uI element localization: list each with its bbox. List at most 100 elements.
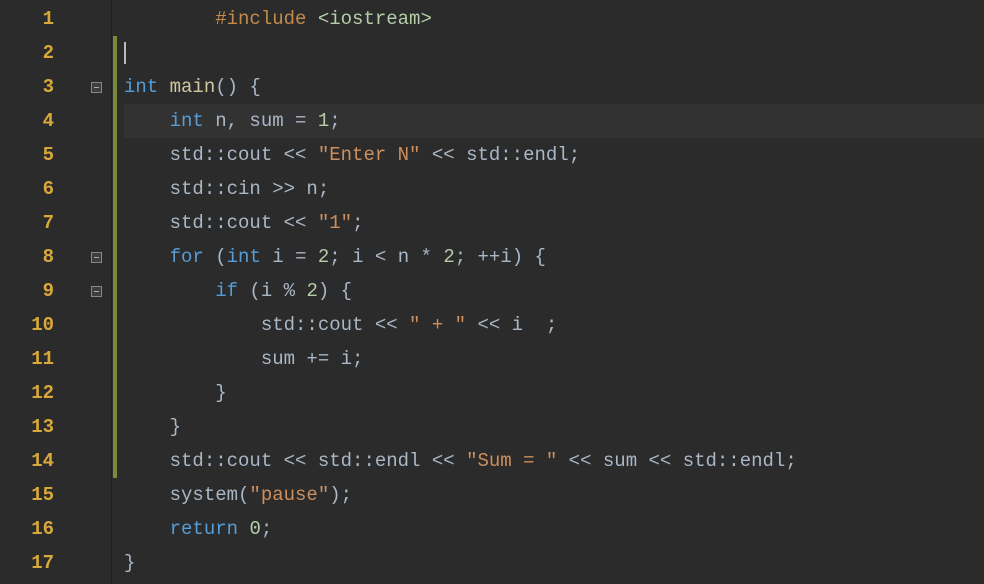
- line-number: 14: [0, 444, 82, 478]
- fold-cell: [82, 70, 111, 104]
- line-number: 5: [0, 138, 82, 172]
- change-marker: [113, 138, 117, 172]
- line-number: 3: [0, 70, 82, 104]
- code-token: << sum << std::endl;: [557, 450, 796, 472]
- fold-cell: [82, 342, 111, 376]
- code-line[interactable]: int main() {: [124, 70, 984, 104]
- code-token: for: [170, 246, 204, 268]
- code-line[interactable]: if (i % 2) {: [124, 274, 984, 308]
- code-token: [124, 280, 215, 302]
- change-marker: [113, 410, 117, 444]
- fold-cell: [82, 376, 111, 410]
- code-token: if: [215, 280, 238, 302]
- code-line[interactable]: }: [124, 546, 984, 580]
- fold-cell: [82, 172, 111, 206]
- line-number: 11: [0, 342, 82, 376]
- code-token: ;: [261, 518, 272, 540]
- code-line[interactable]: [124, 36, 984, 70]
- line-number: 4: [0, 104, 82, 138]
- code-token: ) {: [318, 280, 352, 302]
- fold-cell: [82, 308, 111, 342]
- code-token: " + ": [409, 314, 466, 336]
- line-number: 8: [0, 240, 82, 274]
- code-line[interactable]: for (int i = 2; i < n * 2; ++i) {: [124, 240, 984, 274]
- fold-cell: [82, 36, 111, 70]
- code-line[interactable]: std::cout << " + " << i ;: [124, 308, 984, 342]
- code-token: 1: [318, 110, 329, 132]
- code-line[interactable]: std::cin >> n;: [124, 172, 984, 206]
- code-token: sum += i;: [124, 348, 363, 370]
- code-editor[interactable]: 1234567891011121314151617 #include <iost…: [0, 0, 984, 584]
- code-token: () {: [215, 76, 261, 98]
- code-token: std::cout <<: [124, 212, 318, 234]
- code-token: i =: [261, 246, 318, 268]
- code-token: system(: [124, 484, 249, 506]
- code-line[interactable]: return 0;: [124, 512, 984, 546]
- line-number: 9: [0, 274, 82, 308]
- change-marker: [113, 240, 117, 274]
- code-line[interactable]: sum += i;: [124, 342, 984, 376]
- code-token: [238, 518, 249, 540]
- code-token: (: [204, 246, 227, 268]
- code-token: std::cout <<: [124, 144, 318, 166]
- code-token: 2: [443, 246, 454, 268]
- change-marker: [113, 206, 117, 240]
- line-number: 16: [0, 512, 82, 546]
- fold-toggle-icon[interactable]: [91, 82, 102, 93]
- code-token: n, sum =: [204, 110, 318, 132]
- code-token: <iostream>: [318, 8, 432, 30]
- code-token: ; i < n *: [329, 246, 443, 268]
- change-marker: [113, 36, 117, 70]
- line-number: 17: [0, 546, 82, 580]
- code-token: (i %: [238, 280, 306, 302]
- code-token: 0: [249, 518, 260, 540]
- code-line[interactable]: }: [124, 410, 984, 444]
- text-cursor: [124, 42, 126, 64]
- code-token: );: [329, 484, 352, 506]
- code-token: << std::endl;: [420, 144, 580, 166]
- fold-cell: [82, 478, 111, 512]
- fold-column[interactable]: [82, 0, 112, 584]
- code-line[interactable]: int n, sum = 1;: [124, 104, 984, 138]
- code-token: std::cout <<: [124, 314, 409, 336]
- code-line[interactable]: std::cout << "1";: [124, 206, 984, 240]
- change-marker: [113, 376, 117, 410]
- code-token: [124, 8, 215, 30]
- change-marker: [113, 274, 117, 308]
- code-line[interactable]: system("pause");: [124, 478, 984, 512]
- line-number: 10: [0, 308, 82, 342]
- code-token: main: [170, 76, 216, 98]
- code-line[interactable]: std::cout << "Enter N" << std::endl;: [124, 138, 984, 172]
- line-number: 13: [0, 410, 82, 444]
- code-token: int: [124, 76, 158, 98]
- code-line[interactable]: }: [124, 376, 984, 410]
- change-marker: [113, 70, 117, 104]
- fold-toggle-icon[interactable]: [91, 286, 102, 297]
- change-marker: [113, 172, 117, 206]
- code-token: 2: [306, 280, 317, 302]
- code-token: int: [227, 246, 261, 268]
- code-token: ; ++i) {: [455, 246, 546, 268]
- fold-toggle-icon[interactable]: [91, 252, 102, 263]
- code-token: [124, 110, 170, 132]
- fold-cell: [82, 546, 111, 580]
- code-token: "1": [318, 212, 352, 234]
- fold-cell: [82, 240, 111, 274]
- code-token: "pause": [249, 484, 329, 506]
- change-marker: [113, 308, 117, 342]
- code-token: int: [170, 110, 204, 132]
- code-token: ;: [352, 212, 363, 234]
- line-number: 2: [0, 36, 82, 70]
- code-token: ;: [329, 110, 340, 132]
- fold-cell: [82, 2, 111, 36]
- code-token: return: [170, 518, 238, 540]
- code-line[interactable]: std::cout << std::endl << "Sum = " << su…: [124, 444, 984, 478]
- code-token: [158, 76, 169, 98]
- change-marker: [113, 342, 117, 376]
- fold-cell: [82, 274, 111, 308]
- code-token: std::cout << std::endl <<: [124, 450, 466, 472]
- code-token: #include: [215, 8, 318, 30]
- change-marker: [113, 444, 117, 478]
- code-line[interactable]: #include <iostream>: [124, 2, 984, 36]
- code-area[interactable]: #include <iostream>int main() { int n, s…: [118, 0, 984, 584]
